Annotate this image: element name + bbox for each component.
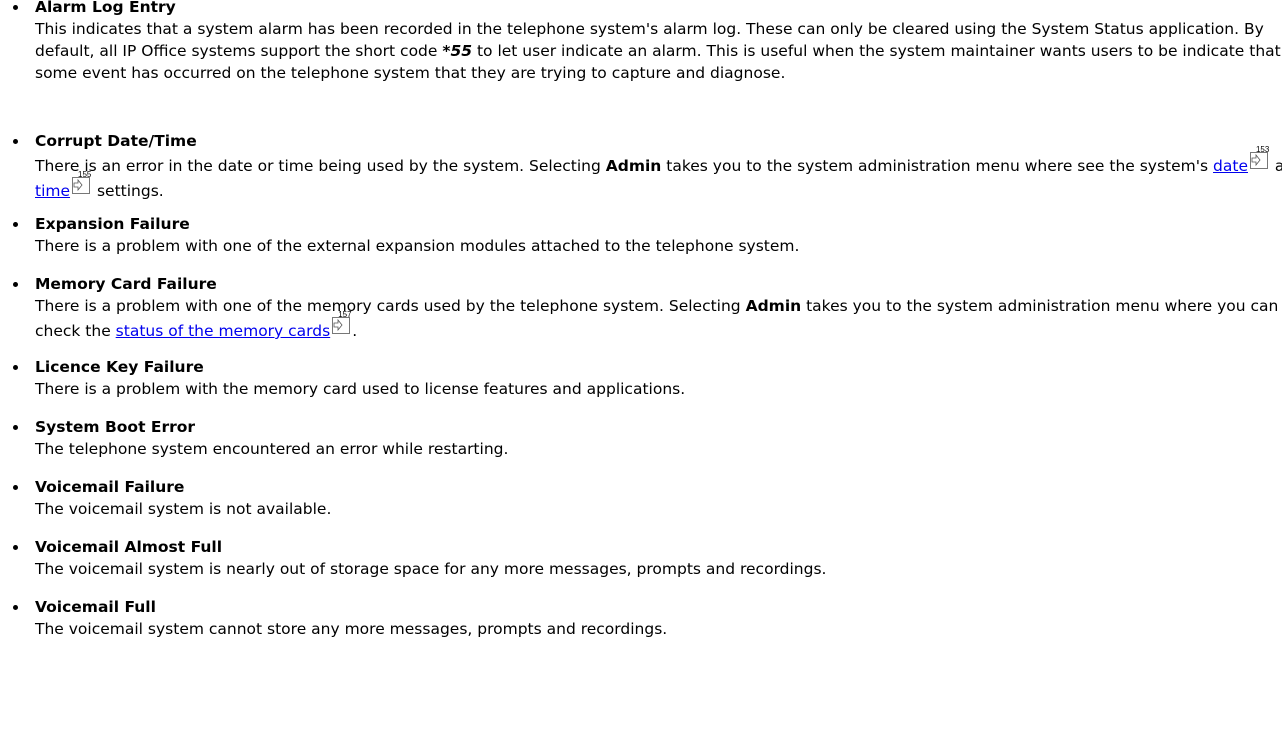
page-reference-icon[interactable]: 153 xyxy=(1249,145,1269,169)
list-item-memory-card-failure: Memory Card Failure There is a problem w… xyxy=(0,273,1282,342)
item-description: This indicates that a system alarm has b… xyxy=(35,20,1281,82)
list-item-system-boot-error: System Boot Error The telephone system e… xyxy=(0,416,1282,460)
page-number: 155 xyxy=(78,170,92,179)
list-item-alarm-log-entry: Alarm Log Entry This indicates that a sy… xyxy=(0,0,1282,84)
item-title: Voicemail Almost Full xyxy=(35,538,223,556)
list-item-voicemail-failure: Voicemail Failure The voicemail system i… xyxy=(0,476,1282,520)
date-link[interactable]: date xyxy=(1213,157,1248,175)
item-description: The telephone system encountered an erro… xyxy=(35,440,509,458)
item-description: The voicemail system is nearly out of st… xyxy=(35,560,827,578)
short-code: *55 xyxy=(442,42,473,60)
time-link[interactable]: time xyxy=(35,182,70,200)
item-description: There is a problem with the memory card … xyxy=(35,380,686,398)
list-item-voicemail-almost-full: Voicemail Almost Full The voicemail syst… xyxy=(0,536,1282,580)
item-title: Memory Card Failure xyxy=(35,275,217,293)
admin-keyword: Admin xyxy=(745,297,802,315)
page-number: 153 xyxy=(1255,145,1270,154)
list-item-voicemail-full: Voicemail Full The voicemail system cann… xyxy=(0,596,1282,640)
list-item-corrupt-date-time: Corrupt Date/Time There is an error in t… xyxy=(0,130,1282,202)
item-description: There is a problem with one of the exter… xyxy=(35,237,800,255)
item-title: Licence Key Failure xyxy=(35,358,204,376)
item-description: There is an error in the date or time be… xyxy=(35,145,1282,200)
item-title: Expansion Failure xyxy=(35,215,190,233)
item-title: Alarm Log Entry xyxy=(35,0,176,16)
page-reference-icon[interactable]: 157 xyxy=(332,310,352,334)
item-title: System Boot Error xyxy=(35,418,196,436)
item-description: The voicemail system is not available. xyxy=(35,500,332,518)
item-title: Voicemail Full xyxy=(35,598,156,616)
memory-card-status-link[interactable]: status of the memory cards xyxy=(116,322,331,340)
admin-keyword: Admin xyxy=(605,157,662,175)
list-item-expansion-failure: Expansion Failure There is a problem wit… xyxy=(0,213,1282,257)
item-title: Voicemail Failure xyxy=(35,478,185,496)
list-item-licence-key-failure: Licence Key Failure There is a problem w… xyxy=(0,356,1282,400)
item-description: The voicemail system cannot store any mo… xyxy=(35,620,668,638)
page-reference-icon[interactable]: 155 xyxy=(72,170,91,194)
page-number: 157 xyxy=(338,310,352,319)
item-title: Corrupt Date/Time xyxy=(35,132,197,150)
item-description: There is a problem with one of the memor… xyxy=(35,297,1279,340)
